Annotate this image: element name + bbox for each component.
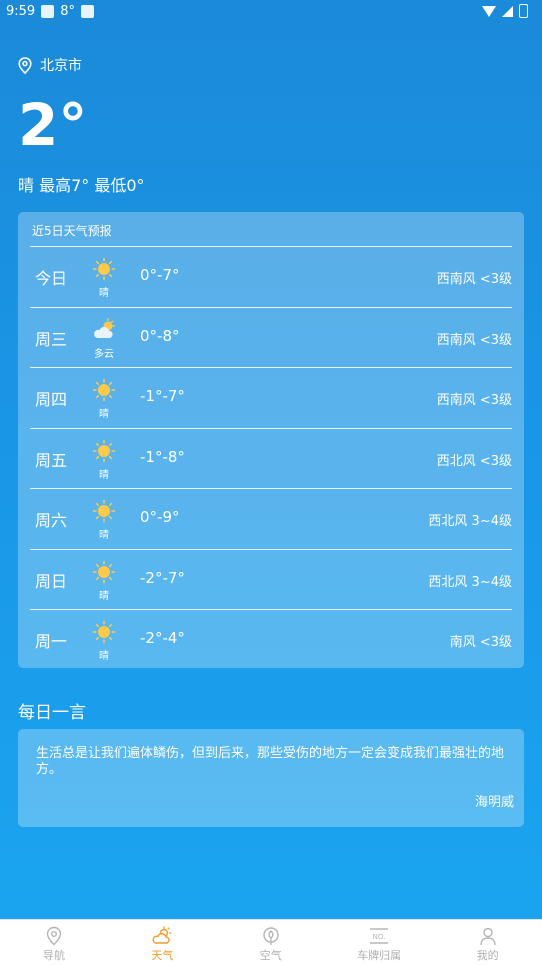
map-pin-icon (44, 926, 64, 946)
leaf-icon (261, 926, 281, 946)
nav-item-0[interactable]: 导航 (0, 920, 108, 965)
cloudy-icon (92, 317, 116, 342)
forecast-temp-range: -1°-7° (140, 387, 185, 405)
forecast-wind: 西南风 <3级 (436, 332, 512, 348)
forecast-list: 今日晴 0°-7° 西南风 <3级 周三 多云 0°-8° 西南风 <3级 周四晴 -1°-7°… (30, 247, 512, 670)
city-name: 北京市 (40, 58, 82, 74)
forecast-title: 近5日天气预报 (32, 224, 112, 238)
nav-label: 天气 (151, 949, 174, 962)
forecast-day: 周日 (35, 571, 68, 591)
forecast-temp-range: -2°-4° (140, 629, 185, 647)
forecast-condition: 晴 (99, 288, 109, 299)
sunny-icon (92, 620, 116, 644)
status-bar: 9:59 8° (0, 0, 542, 24)
forecast-row: 周六晴 0°-9° 西北风 3~4级 (30, 489, 512, 550)
forecast-wind: 南风 <3级 (449, 635, 512, 650)
forecast-temp-range: 0°-9° (140, 508, 180, 526)
current-temperature: 2° (18, 91, 88, 159)
nav-label: 空气 (259, 949, 282, 962)
forecast-temp-range: 0°-8° (140, 326, 180, 345)
forecast-wind: 西南风 <3级 (436, 272, 512, 287)
forecast-row: 周日晴 -2°-7° 西北风 3~4级 (30, 550, 512, 610)
sunny-icon (92, 257, 116, 281)
weather-summary: 晴 最高7° 最低0° (18, 176, 145, 195)
forecast-wind: 西北风 3~4级 (428, 514, 512, 529)
forecast-condition: 晴 (99, 590, 109, 602)
nav-label: 车牌归属 (357, 949, 402, 962)
nav-item-4[interactable]: 我的 (434, 920, 542, 965)
forecast-condition: 晴 (99, 409, 109, 420)
quote-card: 生活总是让我们遍体鳞伤，但到后来，那些受伤的地方一定会变成我们最强壮的地方。 海… (18, 729, 524, 827)
forecast-temp-range: -1°-8° (140, 447, 185, 466)
forecast-row: 周三多云 0°-8° 西南风 <3级 (30, 308, 512, 368)
sunny-icon (92, 378, 116, 402)
user-icon (478, 926, 498, 946)
forecast-day: 周六 (35, 511, 68, 530)
wifi-icon (482, 5, 496, 17)
forecast-card: 近5日天气预报 今日晴 0°-7° 西南风 <3级 周三 多云 0°-8° 西南风 <3级周… (18, 212, 524, 668)
status-temp: 8° (60, 4, 75, 19)
battery-icon (519, 4, 528, 18)
signal-icon (502, 5, 513, 17)
bottom-nav: 导航 天气 空气 NO. 车牌归属 我的 (0, 919, 542, 965)
forecast-wind: 西北风 3~4级 (428, 574, 512, 590)
forecast-condition: 多云 (94, 348, 114, 360)
forecast-wind: 西南风 <3级 (436, 393, 512, 408)
license-plate-icon: NO. (369, 926, 389, 946)
svg-text:NO.: NO. (373, 933, 386, 941)
forecast-row: 周一晴 -2°-4° 南风 <3级 (30, 610, 512, 670)
quote-text: 生活总是让我们遍体鳞伤，但到后来，那些受伤的地方一定会变成我们最强壮的地方。 (36, 746, 505, 777)
forecast-day: 周五 (35, 450, 68, 470)
nav-item-1[interactable]: 天气 (108, 920, 216, 965)
quote-author: 海明威 (474, 795, 514, 810)
sunny-icon (92, 439, 116, 463)
forecast-day: 周一 (35, 632, 68, 651)
sunny-icon (92, 499, 116, 523)
sunny-icon (92, 560, 116, 584)
check-notification-icon (80, 5, 94, 18)
nav-item-2[interactable]: 空气 (217, 920, 325, 965)
status-time: 9:59 (6, 4, 36, 19)
forecast-day: 周三 (35, 329, 68, 349)
forecast-condition: 晴 (99, 651, 109, 662)
app-notification-icon (41, 5, 55, 18)
forecast-row: 今日晴 0°-7° 西南风 <3级 (30, 247, 512, 308)
nav-item-3[interactable]: NO. 车牌归属 (325, 920, 433, 965)
nav-label: 导航 (43, 949, 65, 962)
forecast-condition: 晴 (99, 530, 109, 541)
forecast-row: 周四晴 -1°-7° 西南风 <3级 (30, 368, 512, 429)
forecast-day: 今日 (35, 269, 68, 288)
forecast-row: 周五晴 -1°-8° 西北风 <3级 (30, 429, 512, 489)
forecast-condition: 晴 (99, 469, 109, 481)
weather-icon (152, 926, 172, 946)
nav-label: 我的 (476, 949, 499, 962)
location-pin-icon (18, 56, 32, 74)
location[interactable]: 北京市 (18, 55, 82, 75)
forecast-temp-range: 0°-7° (140, 266, 180, 284)
forecast-wind: 西北风 <3级 (436, 453, 512, 469)
forecast-day: 周四 (35, 390, 68, 409)
quote-heading: 每日一言 (18, 703, 86, 723)
forecast-temp-range: -2°-7° (140, 568, 185, 587)
